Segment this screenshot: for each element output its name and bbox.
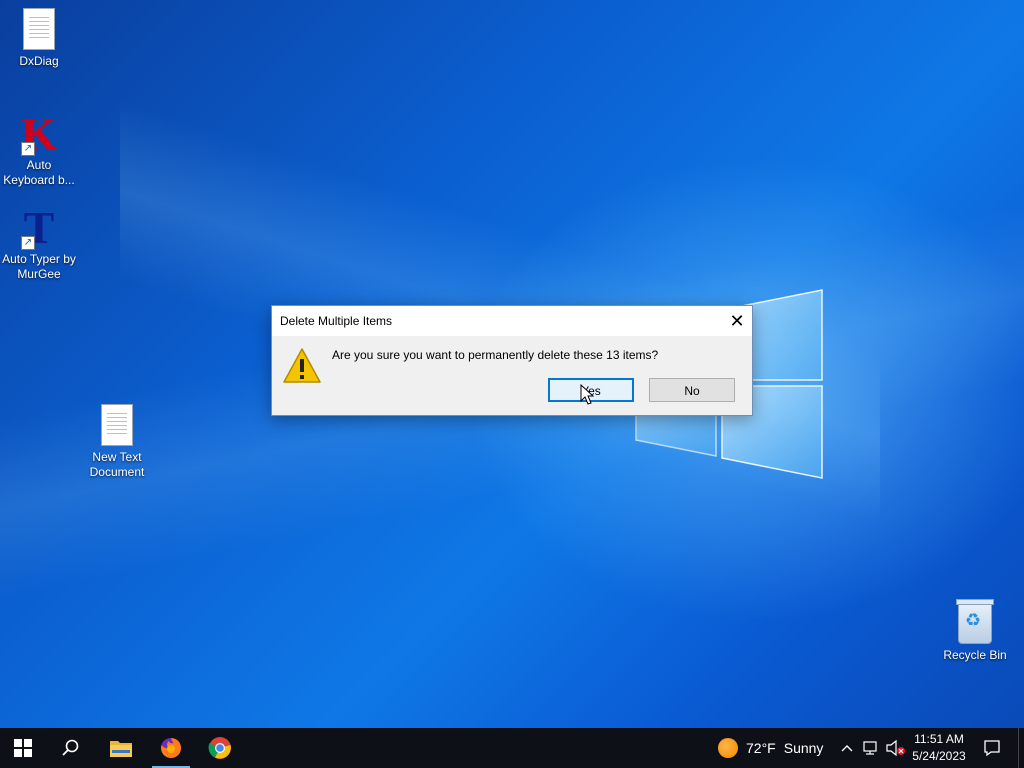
desktop-icon-label: Keyboard b... [3, 173, 75, 187]
action-center-button[interactable] [978, 728, 1006, 768]
network-icon [863, 741, 877, 755]
search-icon [62, 739, 79, 756]
delete-confirmation-dialog: Delete Multiple Items ✕ Are you sure you… [271, 305, 753, 416]
taskbar-firefox[interactable] [148, 728, 194, 768]
show-hidden-icons-button[interactable] [838, 728, 856, 768]
desktop-icon-recycle-bin[interactable]: ♻ Recycle Bin [936, 599, 1014, 663]
desktop-icon-label: Document [89, 465, 145, 479]
mouse-cursor-icon [580, 384, 594, 405]
no-button[interactable]: No [649, 378, 735, 402]
show-desktop-button[interactable] [1018, 728, 1024, 768]
dialog-message: Are you sure you want to permanently del… [332, 348, 659, 362]
dialog-title: Delete Multiple Items [280, 314, 393, 328]
taskbar-file-explorer[interactable] [98, 728, 144, 768]
windows-logo-icon [14, 739, 32, 757]
desktop-icon-auto-typer[interactable]: T ↗ Auto Typer by MurGee [0, 205, 78, 282]
desktop-icon-label: Auto [26, 158, 52, 172]
search-button[interactable] [48, 728, 94, 768]
taskbar-chrome[interactable] [197, 728, 243, 768]
chrome-icon [208, 737, 231, 759]
weather-temperature: 72°F [746, 740, 776, 756]
clock-time: 11:51 AM [914, 732, 964, 746]
notification-icon [984, 740, 1000, 757]
text-document-icon [23, 8, 55, 50]
text-document-icon [101, 404, 133, 446]
desktop-icon-label: DxDiag [19, 54, 59, 68]
weather-widget[interactable]: 72°F Sunny [718, 728, 823, 768]
desktop-icon-new-text-document[interactable]: New Text Document [78, 404, 156, 480]
volume-muted-icon [886, 740, 905, 756]
desktop-icon-label: Auto Typer by [2, 252, 76, 266]
firefox-icon [161, 737, 182, 758]
taskbar: 72°F Sunny 11:51 AM 5/24/2023 [0, 728, 1024, 768]
volume-button[interactable] [884, 728, 908, 768]
weather-condition: Sunny [783, 740, 824, 756]
sun-icon [718, 738, 738, 758]
desktop-icon-label: MurGee [17, 267, 61, 281]
warning-icon [283, 348, 321, 383]
dialog-titlebar[interactable]: Delete Multiple Items ✕ [272, 306, 752, 336]
start-button[interactable] [0, 728, 46, 768]
close-icon: ✕ [729, 311, 745, 331]
desktop-icon-auto-keyboard[interactable]: K ↗ Auto Keyboard b... [0, 111, 78, 188]
shortcut-arrow-icon: ↗ [21, 236, 35, 250]
clock-date: 5/24/2023 [912, 749, 966, 763]
recycle-bin-icon: ♻ [956, 599, 994, 644]
taskbar-clock[interactable]: 11:51 AM 5/24/2023 [908, 731, 970, 765]
close-button[interactable]: ✕ [722, 306, 752, 336]
network-button[interactable] [860, 728, 882, 768]
desktop-icon-label: Recycle Bin [943, 648, 1007, 662]
shortcut-arrow-icon: ↗ [21, 142, 35, 156]
desktop-icon-label: New Text [92, 450, 142, 464]
chevron-up-icon [841, 745, 853, 752]
desktop: DxDiag K ↗ Auto Keyboard b... T ↗ Auto T… [0, 0, 1024, 728]
desktop-icon-dxdiag[interactable]: DxDiag [0, 8, 78, 69]
folder-icon [110, 741, 132, 757]
